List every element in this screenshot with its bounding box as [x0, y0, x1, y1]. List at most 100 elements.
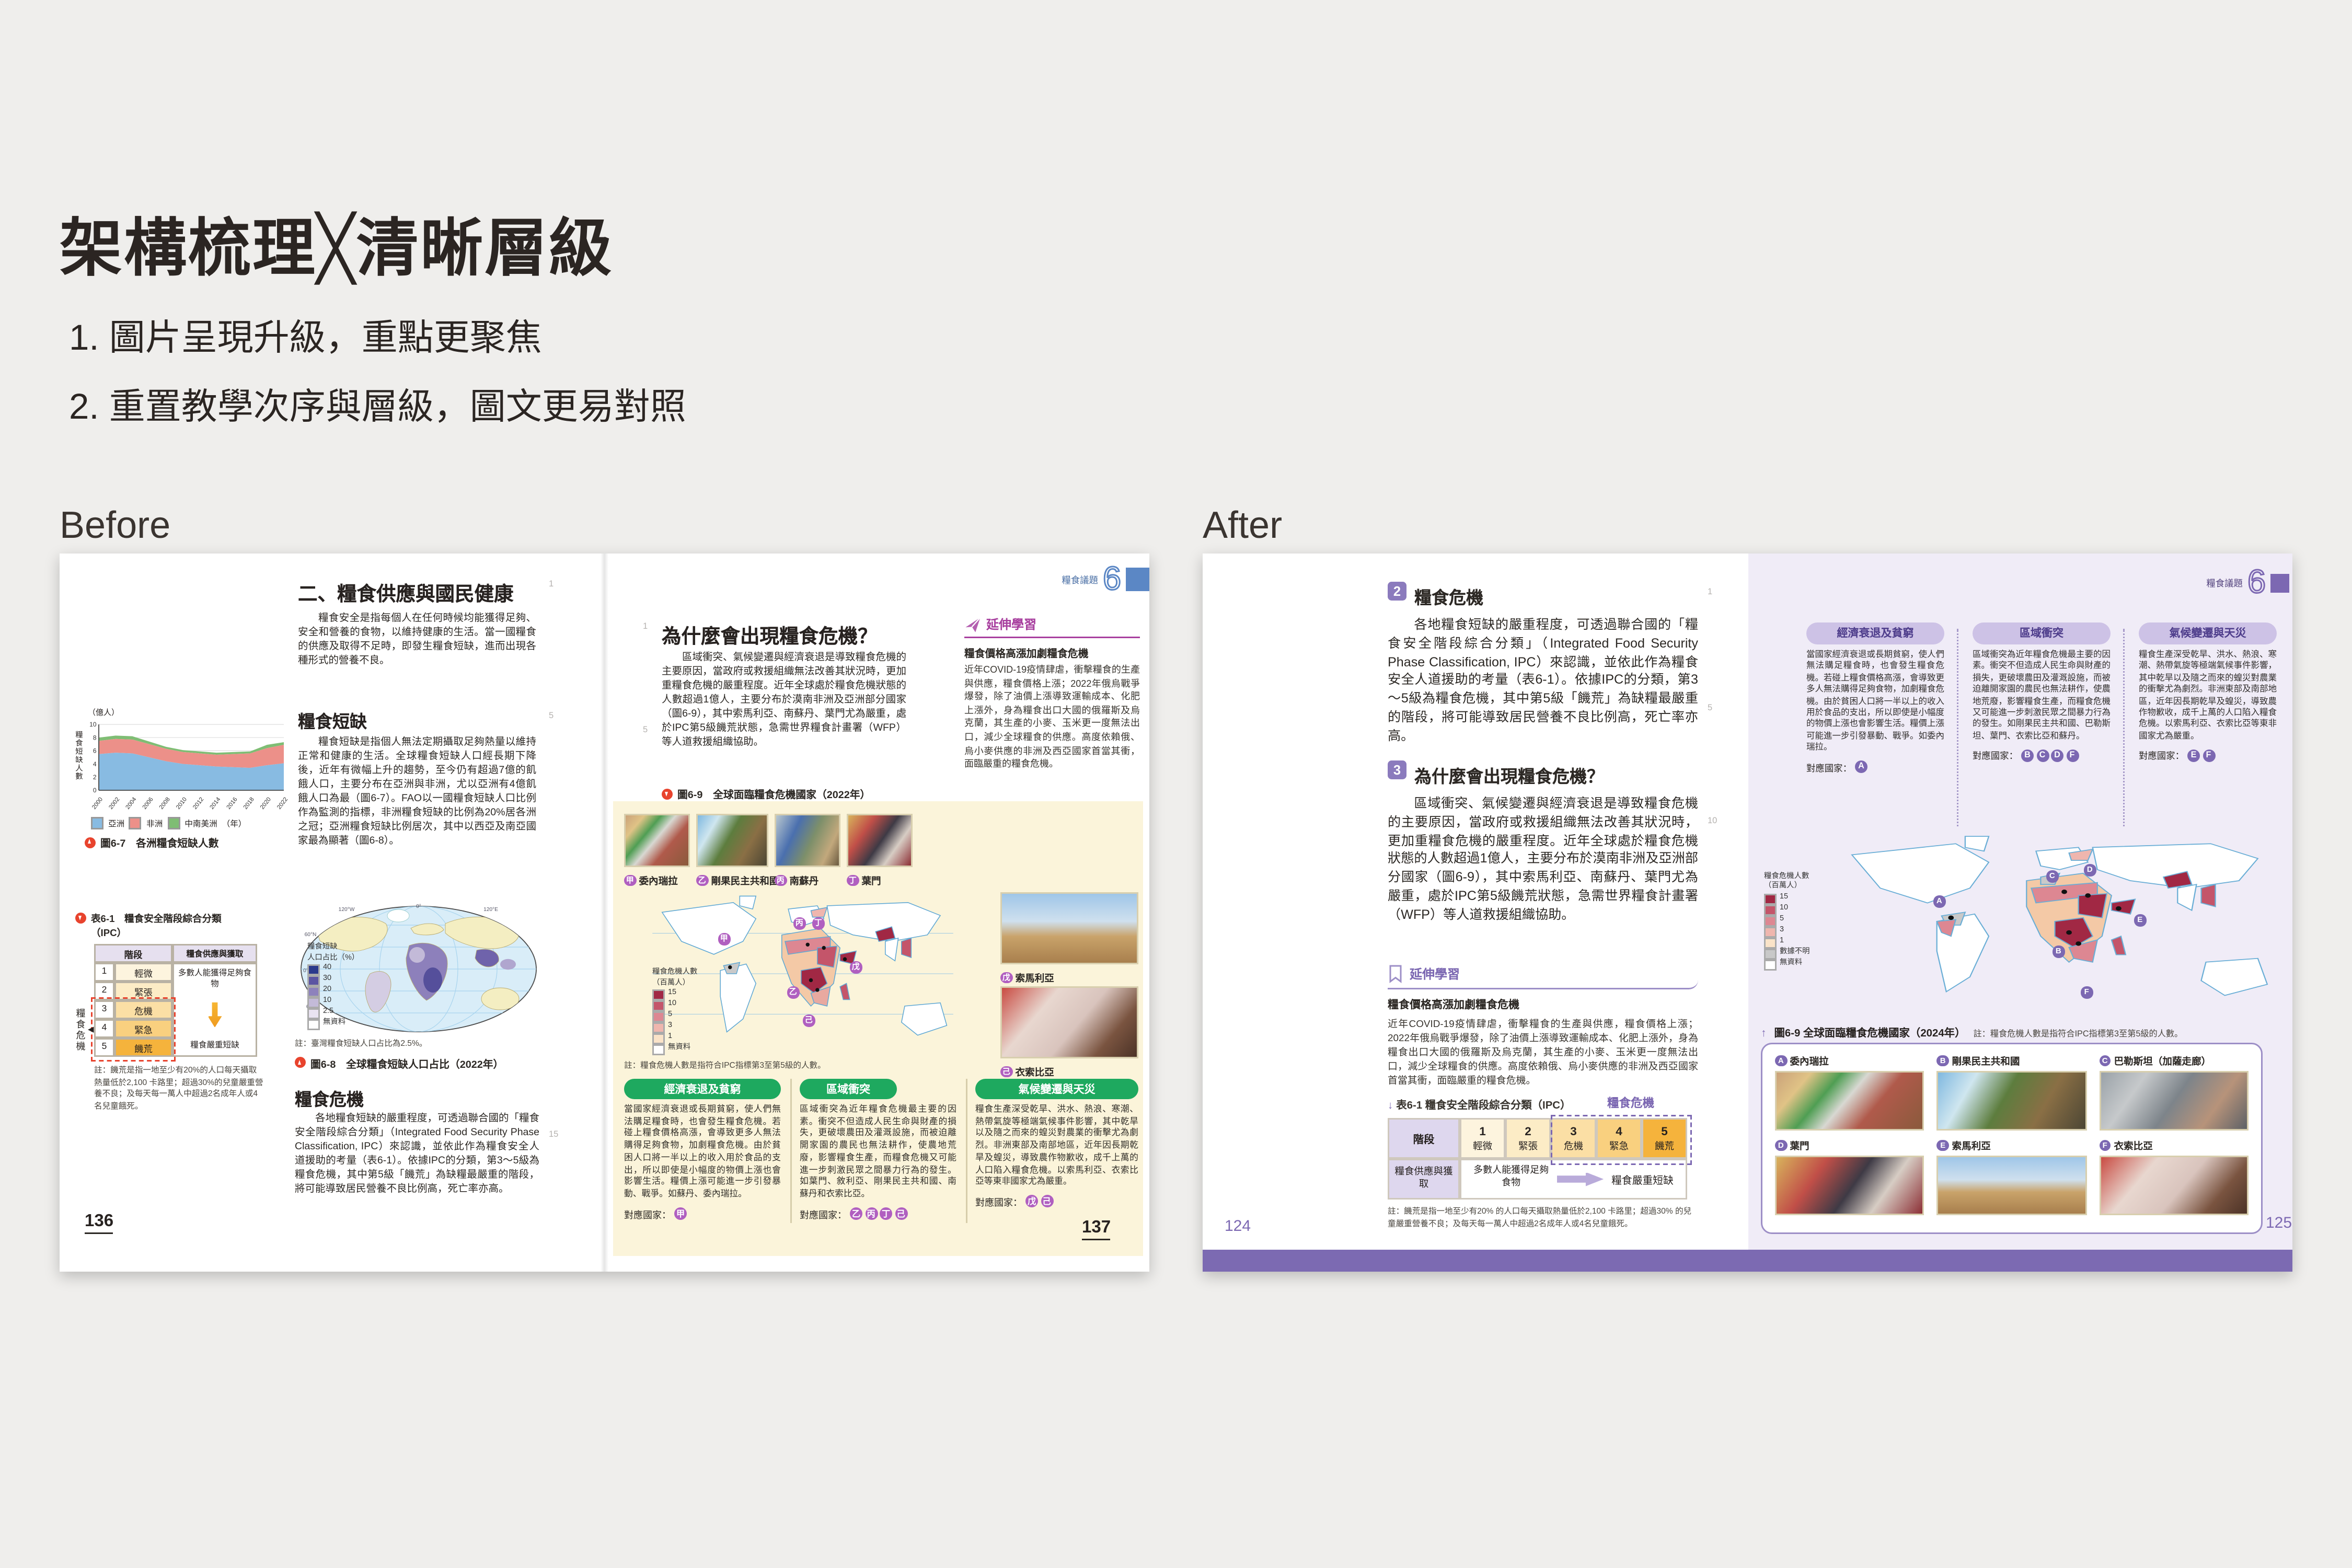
line-marker: 1: [1708, 588, 1712, 597]
chapter-t­ab: 糧食議題 6: [1062, 563, 1149, 596]
fig69-caption-row: ↑ 圖6-9 全球面臨糧食危機國家（2024年） 註：糧食危機人數是指符合IPC…: [1761, 1024, 2183, 1040]
cause-body: 當國家經濟衰退或長期貧窮，使人們無法購足糧食時，也會發生糧食危機。若碰上糧食價格…: [624, 1105, 781, 1202]
table61-caption: 表6-1 糧食安全階段綜合分類: [91, 911, 222, 925]
legend-swatch-latam: [167, 817, 180, 829]
chart-x-unit: （年）: [222, 818, 247, 829]
cause-title: 經濟衰退及貧窮: [624, 1079, 781, 1099]
divider: [790, 1079, 792, 1223]
legend-title: 糧食短缺: [307, 944, 359, 954]
extension-body: 近年COVID-19疫情肆虐，衝擊糧食的生產與供應，糧食價格上漲；2022年俄烏…: [1388, 1018, 1698, 1088]
supply-left: 多數人能獲得足夠食物: [1473, 1167, 1549, 1191]
photo-key-badge: 丙: [775, 874, 787, 886]
divider: [1957, 629, 1958, 826]
map-marker: D: [2084, 864, 2096, 876]
svg-text:2002: 2002: [108, 796, 121, 810]
cause-box-economy: 經濟衰退及貧窮 當國家經濟衰退或長期貧窮，使人們無法購足糧食時，也會發生糧食危機…: [624, 1079, 781, 1221]
figure-marker-icon: [85, 837, 96, 848]
table61-caption: 表6-1 糧食安全階段綜合分類（IPC）: [1396, 1096, 1571, 1112]
map-6-9-block: 糧食危機人數 （百萬人） 15 10 5 3 1 數據不明 無資料: [1761, 833, 2281, 1018]
photo-cell: D葉門: [1775, 1138, 1924, 1215]
svg-text:120°E: 120°E: [483, 907, 498, 913]
svg-text:2: 2: [93, 774, 97, 781]
line-marker: 5: [643, 726, 648, 735]
cause-title: 區域衝突: [1973, 622, 2111, 644]
cause-title: 氣候變遷與天災: [975, 1079, 1138, 1099]
extension-label: 延伸學習: [1410, 965, 1460, 983]
line-marker: 1: [549, 580, 554, 590]
photo-label: 南蘇丹: [790, 873, 819, 887]
photo-panel: A委內瑞拉 B剛果民主共和國 C巴勒斯坦（加薩走廊） D葉門 E索馬利亞: [1761, 1043, 2263, 1234]
page-number: 125: [2266, 1215, 2292, 1232]
before-label: Before: [60, 505, 170, 549]
svg-text:2008: 2008: [158, 796, 171, 810]
svg-text:2014: 2014: [209, 796, 222, 810]
shortage-paragraph: 糧食短缺是指個人無法定期攝取足夠熱量以維持正常和健康的生活。全球糧食短缺人口經長…: [298, 735, 536, 848]
section-number: 2: [1388, 582, 1406, 601]
after-spread: 2 糧食危機 1 各地糧食短缺的嚴重程度，可透過聯合國的「糧食安全階段綜合分類」…: [1203, 554, 2292, 1272]
divider: [2123, 629, 2125, 826]
chapter-label: 糧食議題: [2206, 575, 2243, 590]
svg-text:2010: 2010: [175, 796, 188, 810]
photo-key-badge: 丁: [847, 874, 859, 886]
line-marker: 15: [549, 1131, 558, 1140]
country-badges: EF: [2187, 749, 2217, 762]
section-heading: 糧食危機: [1414, 585, 1483, 610]
cause-title: 區域衝突: [800, 1079, 897, 1099]
cause-title: 氣候變遷與天災: [2139, 622, 2277, 644]
photo-label: 剛果民主共和國: [711, 873, 779, 887]
cause-box-conflict: 區域衝突 區域衝突為近年糧食危機最主要的因素。衝突不但造成人民生命與財產的損失，…: [800, 1079, 956, 1221]
extension-box: 延伸學習 糧食價格高漲加劇糧食危機 近年COVID-19疫情肆虐，衝擊糧食的生產…: [964, 616, 1140, 773]
table61-caption2: （IPC）: [91, 925, 276, 939]
after-label: After: [1203, 505, 1282, 549]
cause-body: 區域衝突為近年糧食危機最主要的因素。衝突不但造成人民生命與財產的損失，更破壞農田…: [1973, 651, 2111, 744]
map-marker: B: [2053, 946, 2065, 958]
line-marker: 5: [549, 712, 554, 721]
crisis-dashed-box: [91, 997, 176, 1062]
left-arrow-icon: ◀: [88, 1025, 94, 1035]
chapter-number: 6: [1103, 563, 1121, 596]
page-number: 137: [1082, 1218, 1111, 1240]
extension-label: 延伸學習: [986, 616, 1036, 633]
svg-text:60°N: 60°N: [305, 932, 317, 938]
photo-ethiopia: [1000, 986, 1138, 1058]
svg-text:0°: 0°: [416, 904, 421, 909]
photo-key-badge: 乙: [696, 874, 708, 886]
map-6-9-block: 糧食危機人數 （百萬人） 15 10 5 3 1 無資料 甲 乙 丙 丁 戊 己: [649, 892, 956, 1055]
map69-legend: 糧食危機人數 （百萬人） 15 10 5 3 1 無資料: [652, 970, 697, 1055]
section-body: 區域衝突、氣候變遷與經濟衰退是導致糧食危機的主要原因，當政府或救援組織無法改善其…: [1388, 795, 1698, 925]
legend-africa: 非洲: [146, 818, 163, 829]
supply-right: 糧食嚴重短缺: [1611, 1171, 1674, 1187]
stage-name: 輕微: [114, 963, 172, 982]
map-marker: 甲: [718, 933, 730, 945]
cause-box-conflict: 區域衝突 區域衝突為近年糧食危機最主要的因素。衝突不但造成人民生命與財產的損失，…: [1973, 622, 2111, 763]
map-marker: 乙: [787, 986, 799, 998]
legend-asia: 亞洲: [108, 818, 124, 829]
extension-title: 糧食價格高漲加劇糧食危機: [964, 644, 1140, 660]
extension-title: 糧食價格高漲加劇糧食危機: [1388, 997, 1698, 1013]
chapter-label: 糧食議題: [1062, 572, 1098, 586]
country-badges: 甲: [674, 1207, 689, 1220]
svg-text:2004: 2004: [124, 796, 137, 810]
map-6-8-block: 120°W0°120°E 60°N0°60°S 糧食短缺 人口占比（%） 40 …: [295, 898, 546, 1070]
chart-6-7-block: （億人） 糧食短缺人數 0246810200020022004200620082…: [72, 707, 292, 850]
svg-text:2020: 2020: [259, 796, 272, 810]
down-arrow-icon: [208, 1002, 222, 1028]
fig69-caption: 圖6-9 全球面臨糧食危機國家（2024年）: [1774, 1024, 1966, 1040]
svg-text:120°W: 120°W: [339, 907, 355, 913]
photo-south-sudan: [775, 814, 840, 867]
map-marker: 丙: [793, 917, 805, 929]
fig68-caption: 圖6-8 全球糧食短缺人口占比（2022年）: [310, 1055, 503, 1070]
line-marker: 10: [1708, 817, 1717, 826]
country-badges: A: [1855, 760, 1870, 773]
svg-text:2012: 2012: [192, 796, 205, 810]
map-marker: C: [2046, 870, 2058, 882]
chapter-square: [2270, 573, 2289, 592]
canvas: 架構梳理╳清晰層級 1. 圖片呈現升級，重點更聚焦 2. 重置教學次序與層級，圖…: [0, 0, 2352, 1568]
why-paragraph: 區域衝突、氣候變遷與經濟衰退是導致糧食危機的主要原因，當政府或救援組織無法改善其…: [662, 651, 906, 750]
section-body: 各地糧食短缺的嚴重程度，可透過聯合國的「糧食安全階段綜合分類」（Integrat…: [1388, 616, 1698, 746]
crisis-paragraph: 各地糧食短缺的嚴重程度，可透過聯合國的「糧食安全階段綜合分類」（Integrat…: [295, 1112, 539, 1196]
crisis-tag: 糧食危機: [1607, 1094, 1654, 1112]
photo-label: 葉門: [862, 873, 881, 887]
fig69-caption: 圖6-9 全球面臨糧食危機國家（2022年）: [677, 786, 870, 801]
map-marker: 戊: [850, 961, 862, 973]
